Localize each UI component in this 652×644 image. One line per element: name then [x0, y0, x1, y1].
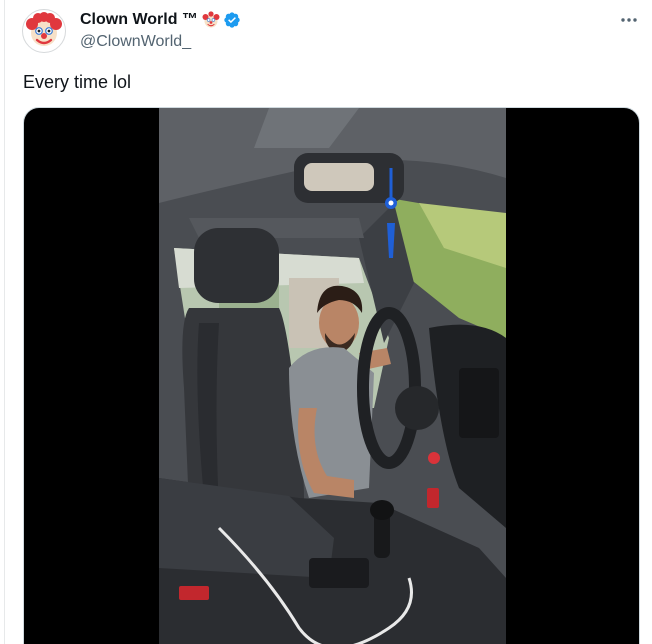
man-reaching-into-car-icon: [159, 108, 506, 644]
clown-face-icon: [26, 12, 62, 46]
tweet-text: Every time lol: [23, 72, 132, 92]
timeline-divider: [4, 0, 5, 644]
avatar[interactable]: [22, 9, 66, 53]
author-handle[interactable]: @ClownWorld_: [80, 32, 241, 52]
more-options-button[interactable]: [618, 10, 640, 30]
video-player[interactable]: [23, 107, 640, 644]
video-frame[interactable]: [159, 108, 506, 644]
display-name[interactable]: Clown World ™: [80, 10, 198, 30]
clown-face-icon: [202, 11, 220, 28]
name-row: Clown World ™: [80, 10, 241, 30]
verified-badge-icon[interactable]: [223, 11, 241, 29]
tweet-header: Clown World ™ @ClownWorld_: [80, 10, 241, 52]
tweet-card: Clown World ™ @ClownWorld_ Every time lo…: [0, 0, 652, 644]
more-horizontal-icon: [621, 18, 637, 22]
